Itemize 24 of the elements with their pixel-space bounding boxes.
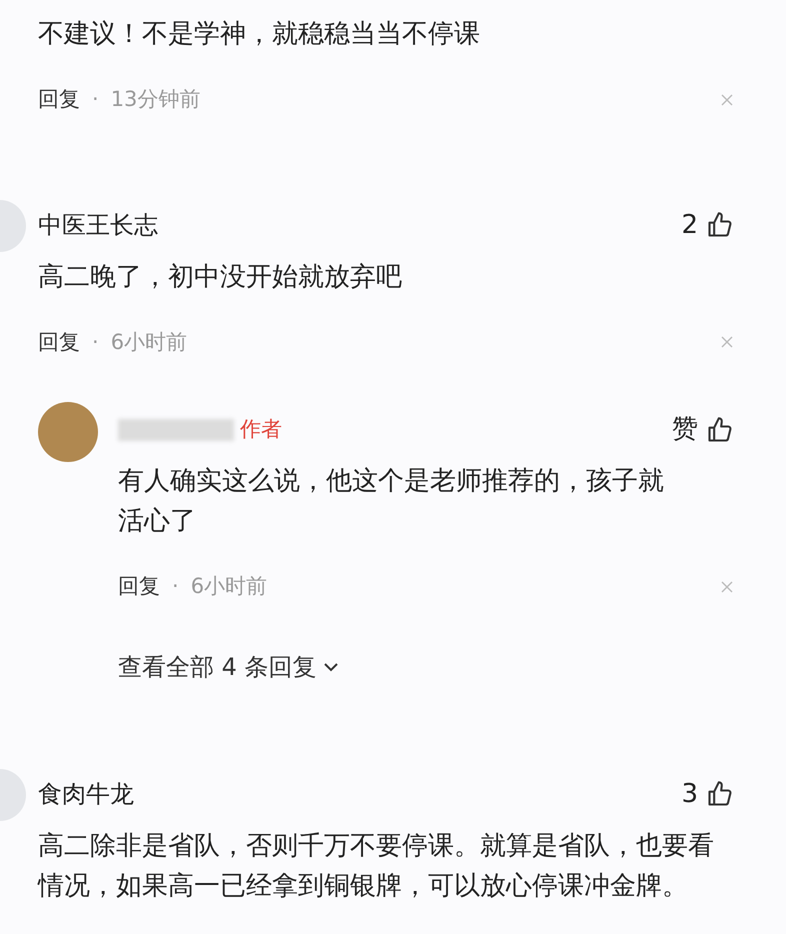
comment-text: 不建议！不是学神，就稳稳当当不停课 [38, 18, 481, 51]
like-count: 2 [681, 208, 698, 242]
comment-text: 有人确实这么说，他这个是老师推荐的，孩子就活心了 [118, 465, 665, 538]
thumbs-up-icon[interactable] [706, 211, 734, 239]
username: 食肉牛龙 [38, 779, 134, 810]
like-count: 3 [681, 778, 698, 810]
username: 中医王长志 [38, 210, 158, 241]
timestamp: 6小时前 [190, 573, 268, 600]
author-tag: 作者 [240, 414, 282, 446]
timestamp: 6小时前 [110, 328, 188, 356]
comment-text: 高二晚了，初中没开始就放弃吧 [38, 260, 403, 294]
like-count: 赞 [672, 413, 698, 446]
separator-dot: · [172, 573, 179, 600]
reply-link[interactable]: 回复 [118, 571, 160, 602]
thumbs-up-icon[interactable] [706, 780, 734, 808]
comment-text: 高二除非是省队，否则千万不要停课。就算是省队，也要看情况，如果高一已经拿到铜银牌，可以放心停课冲金牌。 [38, 830, 715, 902]
separator-dot: · [92, 328, 99, 356]
view-all-replies-link[interactable]: 查看全部 4 条回复 [118, 648, 339, 684]
reply-link[interactable]: 回复 [38, 326, 80, 358]
thumbs-up-icon[interactable] [706, 416, 734, 444]
timestamp: 13分钟前 [110, 86, 200, 113]
chevron-down-icon [322, 662, 339, 672]
reply-link[interactable]: 回复 [38, 84, 80, 116]
separator-dot: · [92, 86, 99, 113]
